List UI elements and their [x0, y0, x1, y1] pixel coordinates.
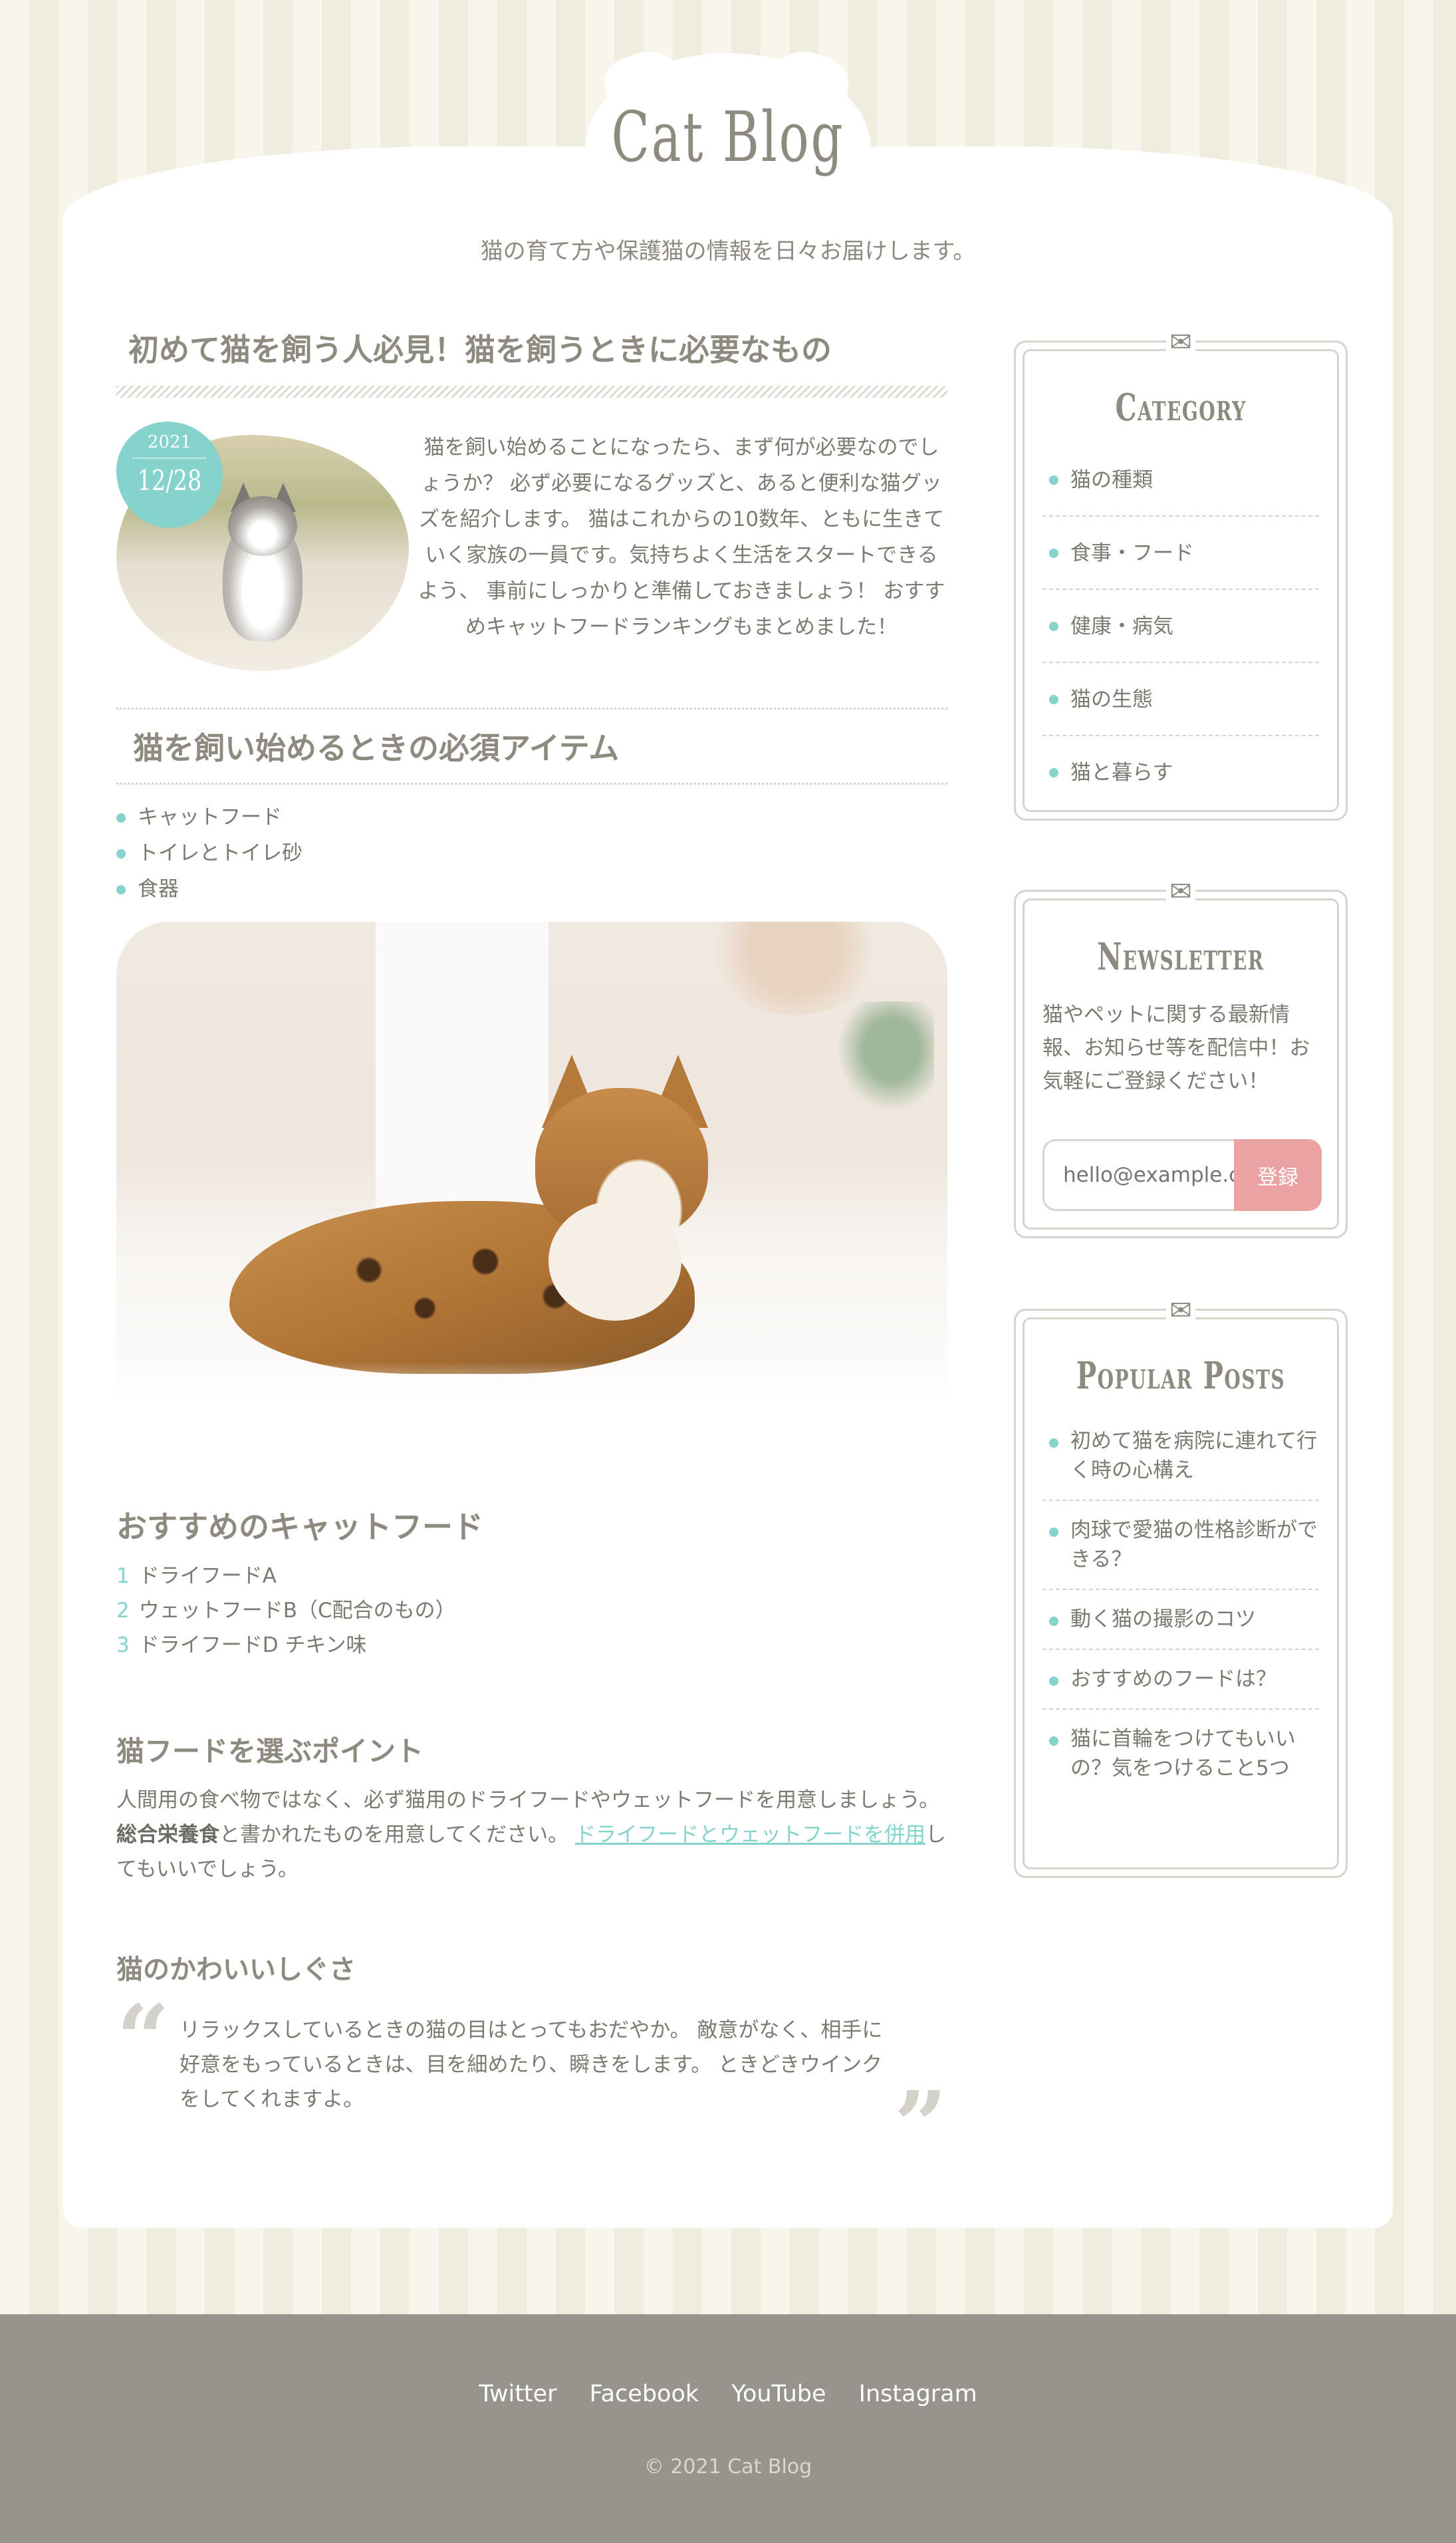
category-item[interactable]: 健康・病気: [1042, 590, 1319, 663]
site-footer: Twitter Facebook YouTube Instagram © 202…: [0, 2314, 1456, 2543]
list-item: キャットフード: [116, 799, 947, 835]
essential-items-list: キャットフード トイレとトイレ砂 食器: [116, 799, 947, 907]
widget-title: Popular Posts: [1076, 1354, 1286, 1398]
popular-posts-list: 初めて猫を病院に連れて行く時の心構え 肉球で愛猫の性格診断ができる？ 動く猫の撮…: [1042, 1412, 1319, 1798]
email-field[interactable]: [1042, 1139, 1235, 1211]
category-item[interactable]: 猫の種類: [1042, 444, 1319, 517]
envelope-icon: ✉: [1166, 877, 1195, 906]
intro-text: 猫を飼い始めることになったら、まず何が必要なのでしょうか？ 必ず必要になるグッズ…: [418, 436, 945, 639]
cat-chest: [548, 1201, 681, 1321]
list-number: 1: [116, 1564, 130, 1588]
bold-text: 総合栄養食: [116, 1823, 219, 1847]
quote-close-icon: ”: [894, 2072, 947, 2181]
list-item: 3 ドライフードD チキン味: [116, 1628, 947, 1663]
bengal-cat-image: [116, 922, 947, 1442]
social-nav: Twitter Facebook YouTube Instagram: [0, 2381, 1456, 2407]
main-article: 初めて猫を飼う人必見！猫を飼うときに必要なもの 2021 12/28 猫を飼い始…: [116, 326, 947, 2173]
envelope-icon: ✉: [1166, 1296, 1195, 1325]
post-title: 初めて猫を飼う人必見！猫を飼うときに必要なもの: [128, 332, 832, 368]
post-intro: 2021 12/28 猫を飼い始めることになったら、まず何が必要なのでしょうか？…: [116, 422, 947, 708]
inline-link[interactable]: ドライフードとウェットフードを併用: [575, 1823, 925, 1847]
section-title-items: 猫を飼い始めるときの必須アイテム: [116, 708, 947, 785]
category-list: 猫の種類 食事・フード 健康・病気 猫の生態 猫と暮らす: [1042, 444, 1319, 809]
envelope-icon: ✉: [1166, 328, 1195, 357]
date-badge: 2021 12/28: [116, 422, 223, 528]
category-item[interactable]: 猫の生態: [1042, 663, 1319, 736]
widget-title: Category: [1115, 386, 1247, 430]
quote-text: リラックスしているときの猫の目はとってもおだやか。 敵意がなく、相手に好意をもっ…: [180, 2018, 883, 2111]
site-tagline: 猫の育て方や保護猫の情報を日々お届けします。: [480, 238, 976, 265]
kitten-head: [228, 496, 297, 556]
popular-post-link[interactable]: 猫に首輪をつけてもいいの？気をつけること5つ: [1042, 1710, 1319, 1798]
copyright: © 2021 Cat Blog: [644, 2455, 812, 2478]
food-section-title: おすすめのキャットフード: [116, 1509, 483, 1545]
popular-post-link[interactable]: 肉球で愛猫の性格診断ができる？: [1042, 1501, 1319, 1590]
list-number: 2: [116, 1599, 130, 1623]
list-label: ドライフードD チキン味: [138, 1633, 367, 1657]
plant: [828, 1002, 934, 1121]
category-item[interactable]: 猫と暮らす: [1042, 736, 1319, 809]
text: と書かれたものを用意してください。: [219, 1823, 575, 1847]
point-paragraph: 人間用の食べ物ではなく、必ず猫用のドライフードやウェットフードを用意しましょう。…: [116, 1783, 947, 1887]
text: 人間用の食べ物ではなく、必ず猫用のドライフードやウェットフードを用意しましょう。: [116, 1788, 940, 1812]
facebook-link[interactable]: Facebook: [590, 2381, 699, 2407]
list-item: 食器: [116, 871, 947, 907]
list-item: 2 ウェットフードB（C配合のもの）: [116, 1593, 947, 1628]
newsletter-form: 登録: [1042, 1139, 1322, 1211]
list-label: ドライフードA: [138, 1564, 277, 1588]
list-label: ウェットフードB（C配合のもの）: [138, 1599, 456, 1623]
youtube-link[interactable]: YouTube: [731, 2381, 826, 2407]
newsletter-widget: ✉ Newsletter 猫やペットに関する最新情報、お知らせ等を配信中！お気軽…: [1014, 877, 1348, 1238]
popular-post-link[interactable]: 動く猫の撮影のコツ: [1042, 1590, 1319, 1650]
site-logo[interactable]: Cat Blog: [204, 96, 1253, 178]
cute-section-title: 猫のかわいいしぐさ: [116, 1954, 356, 1985]
date-year: 2021: [147, 432, 192, 452]
newsletter-text: 猫やペットに関する最新情報、お知らせ等を配信中！お気軽にご登録ください！: [1042, 1003, 1310, 1093]
list-item: 1 ドライフードA: [116, 1559, 947, 1593]
list-number: 3: [116, 1633, 130, 1657]
lamp-glow: [701, 922, 888, 1015]
twitter-link[interactable]: Twitter: [479, 2381, 556, 2407]
instagram-link[interactable]: Instagram: [859, 2381, 977, 2407]
blockquote: “ リラックスしているときの猫の目はとってもおだやか。 敵意がなく、相手に好意を…: [116, 1993, 947, 2173]
popular-posts-widget: ✉ Popular Posts 初めて猫を病院に連れて行く時の心構え 肉球で愛猫…: [1014, 1296, 1348, 1878]
popular-post-link[interactable]: 初めて猫を病院に連れて行く時の心構え: [1042, 1412, 1319, 1501]
list-item: トイレとトイレ砂: [116, 835, 947, 871]
bed-sheet: [116, 1362, 947, 1442]
title-divider: [116, 386, 947, 398]
quote-open-icon: “: [116, 1985, 170, 2094]
category-item[interactable]: 食事・フード: [1042, 517, 1319, 590]
subscribe-button[interactable]: 登録: [1234, 1139, 1322, 1211]
point-section-title: 猫フードを選ぶポイント: [116, 1735, 424, 1768]
widget-title: Newsletter: [1097, 935, 1265, 979]
food-list: 1 ドライフードA 2 ウェットフードB（C配合のもの） 3 ドライフードD チキン味: [116, 1559, 947, 1663]
date-month-day: 12/28: [137, 464, 202, 497]
popular-post-link[interactable]: おすすめのフードは？: [1042, 1650, 1319, 1710]
category-widget: ✉ Category 猫の種類 食事・フード 健康・病気 猫の生態 猫と暮らす: [1014, 328, 1348, 821]
date-divider: [133, 458, 206, 459]
